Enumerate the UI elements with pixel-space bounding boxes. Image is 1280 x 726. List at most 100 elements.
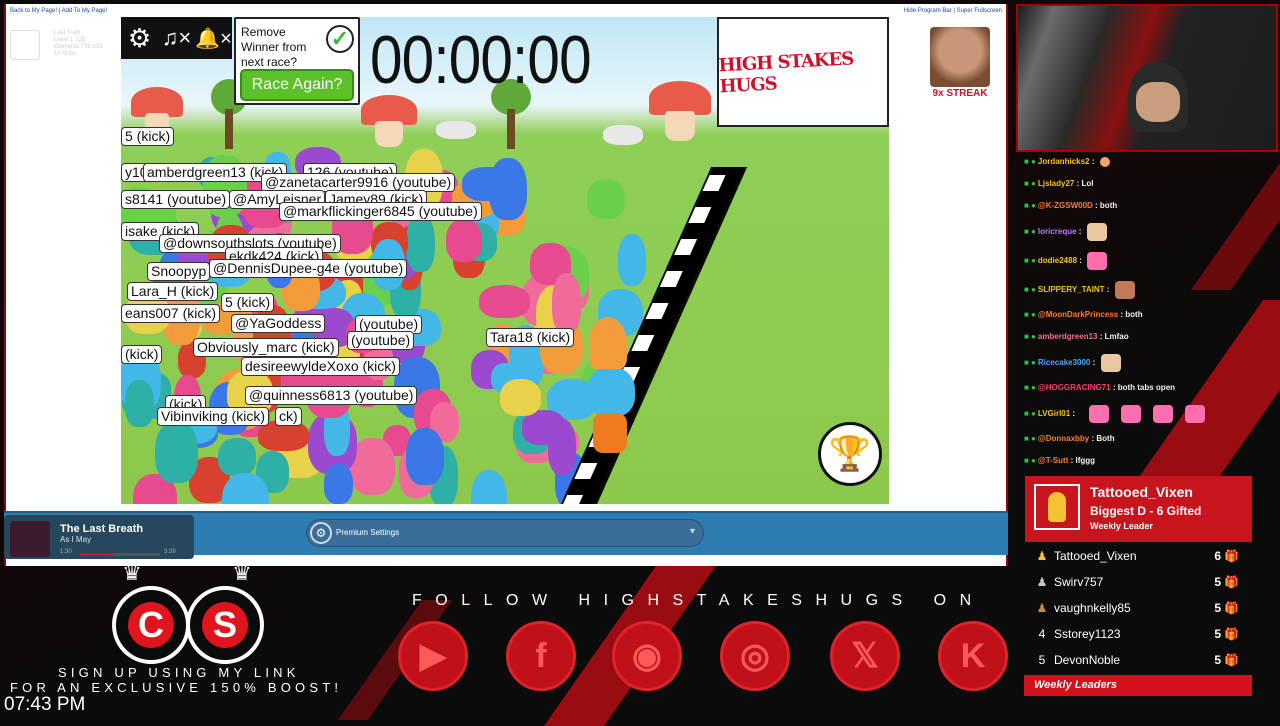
gift-icon: 🎁 xyxy=(1224,623,1239,645)
high-stakes-hugs-logo: HIGH STAKES HUGS xyxy=(717,17,889,127)
chat-username[interactable]: Jordanhicks2 xyxy=(1038,157,1090,166)
sound-toggle-icon[interactable]: 🔔× xyxy=(195,17,232,59)
chat-username[interactable]: @K-ZGSW00D xyxy=(1038,201,1093,210)
weekly-leaders-footer: Weekly Leaders xyxy=(1024,675,1252,696)
streamer-face xyxy=(1136,82,1180,122)
chat-username[interactable]: SLIPPERY_TAINT xyxy=(1038,285,1105,294)
leader-count: 5 xyxy=(1214,571,1221,593)
racer-name-tag: 5 (kick) xyxy=(121,127,174,146)
racer-name-tag: eans007 (kick) xyxy=(121,304,220,323)
racer-name-tag: s8141 (youtube) xyxy=(121,190,230,209)
leader-sub: Biggest D - 6 Gifted xyxy=(1090,504,1201,518)
crown-icon: ♛ xyxy=(114,560,150,584)
chat-separator: : xyxy=(1090,358,1097,367)
leading-racer xyxy=(587,367,635,417)
chat-username[interactable]: loricreque xyxy=(1038,227,1077,236)
leader-count: 5 xyxy=(1214,597,1221,619)
chat-username[interactable]: Ricecake3000 xyxy=(1038,358,1091,367)
racer-name-tag: (kick) xyxy=(121,345,162,364)
racer xyxy=(500,379,541,415)
chat-text: both xyxy=(1100,201,1117,210)
racer xyxy=(479,285,530,318)
chat-emote-icon xyxy=(1121,405,1141,423)
song-title: The Last Breath xyxy=(60,523,143,535)
chat-username[interactable]: @HOGGRACING71 xyxy=(1038,383,1111,392)
leaderboard-trophy-icon[interactable]: 🏆 xyxy=(818,422,882,486)
ghost-avatar xyxy=(10,30,40,60)
song-progress-fill xyxy=(80,553,113,556)
x-icon[interactable]: 𝕏 xyxy=(830,621,900,691)
chat-username[interactable]: amberdgreen13 xyxy=(1038,332,1098,341)
racer xyxy=(552,273,581,334)
chat-username[interactable]: @Donnaxbby xyxy=(1038,434,1089,443)
chat-username[interactable]: @T-Sutt xyxy=(1038,456,1068,465)
gift-icon: 🎁 xyxy=(1224,649,1239,671)
chat-message: ■ ●@HOGGRACING71 : both tabs open xyxy=(1024,380,1254,402)
chat-message: ■ ●amberdgreen13 : Lmfao xyxy=(1024,329,1254,351)
chat-message: ■ ●@K-ZGSW00D : both xyxy=(1024,198,1254,220)
chat-message: ■ ●Jordanhicks2 : xyxy=(1024,154,1254,176)
racer-name-tag: 5 (kick) xyxy=(221,293,274,312)
chat-separator: : xyxy=(1093,201,1100,210)
gift-icon: 🎁 xyxy=(1224,571,1239,593)
leader-count: 6 xyxy=(1214,545,1221,567)
ghost-line: 10 Subs xyxy=(54,51,102,58)
chat-message: ■ ●LVGirl01 : xyxy=(1024,402,1254,431)
chat-username[interactable]: LVGirl01 xyxy=(1038,409,1070,418)
logo-letter: S xyxy=(202,602,248,648)
race-again-button[interactable]: Race Again? xyxy=(240,69,354,101)
chat-message: ■ ●@MoonDarkPrincess : both xyxy=(1024,307,1254,329)
chat-badge-icon: ■ ● xyxy=(1024,456,1036,465)
chat-text: Lmfao xyxy=(1105,332,1129,341)
kick-icon[interactable]: K xyxy=(938,621,1008,691)
medal-icon: ♟ xyxy=(1030,571,1054,593)
race-timer: 00:00:00 xyxy=(370,21,585,99)
leader-row: 4Sstorey11235🎁 xyxy=(1030,623,1245,645)
top-right-links[interactable]: Hide Program Bar | Super Fullscreen xyxy=(904,8,1002,14)
racer xyxy=(471,470,507,504)
casino-logo-c: C xyxy=(112,586,190,664)
chat-emote-icon xyxy=(1115,281,1135,299)
racer xyxy=(446,219,481,263)
song-progress-track[interactable] xyxy=(80,553,160,556)
youtube-icon[interactable]: ▶ xyxy=(398,621,468,691)
chat-username[interactable]: dodie2488 xyxy=(1038,256,1077,265)
streak-avatar xyxy=(930,27,990,87)
chat-username[interactable]: @MoonDarkPrincess xyxy=(1038,310,1118,319)
chat-badge-icon: ■ ● xyxy=(1024,285,1036,294)
logo-text: HIGH STAKES HUGS xyxy=(718,47,888,98)
music-toggle-icon[interactable]: ♫× xyxy=(158,17,195,59)
chat-message: ■ ●dodie2488 : xyxy=(1024,249,1254,278)
racer-name-tag: (youtube) xyxy=(347,331,414,350)
premium-gear-icon[interactable]: ⚙ xyxy=(310,522,332,544)
chat-emote-icon xyxy=(1089,405,1109,423)
ghost-line: Last Train xyxy=(54,30,102,37)
chat-badge-icon: ■ ● xyxy=(1024,310,1036,319)
chat-panel: ■ ●Jordanhicks2 : ■ ●Ljslady27 : Lol■ ●@… xyxy=(1024,154,1254,475)
logo-letter: C xyxy=(128,602,174,648)
chat-badge-icon: ■ ● xyxy=(1024,434,1036,443)
leader-username: DevonNoble xyxy=(1054,653,1120,667)
discord-icon[interactable]: ◉ xyxy=(612,621,682,691)
medal-icon: ♟ xyxy=(1030,545,1054,567)
instagram-icon[interactable]: ◎ xyxy=(720,621,790,691)
chevron-down-icon[interactable]: ▾ xyxy=(690,526,695,537)
chat-message: ■ ●@Donnaxbby : Both xyxy=(1024,431,1254,453)
leader-caption: Weekly Leader xyxy=(1090,521,1153,531)
settings-gear-icon[interactable]: ⚙ xyxy=(121,17,158,59)
racer-name-tag: Obviously_marc (kick) xyxy=(193,338,339,357)
gift-icon: 🎁 xyxy=(1224,597,1239,619)
racer-name-tag: ck) xyxy=(275,407,302,426)
facebook-icon[interactable]: f xyxy=(506,621,576,691)
remove-winner-panel: Remove Winner from next race? ✓ Race Aga… xyxy=(234,17,360,105)
racer-name-tag: Snoopyp xyxy=(147,262,210,281)
leader-name: Tattooed_Vixen xyxy=(1090,484,1193,500)
chat-emote-icon xyxy=(1100,157,1110,167)
chat-username[interactable]: Ljslady27 xyxy=(1038,179,1074,188)
racer-name-tag: Lara_H (kick) xyxy=(127,282,218,301)
race-game-canvas[interactable]: ⚙ ♫× 🔔× Remove Winner from next race? ✓ … xyxy=(121,17,889,504)
remove-winner-checkbox[interactable]: ✓ xyxy=(326,25,354,53)
top-left-links[interactable]: Back to My Page! | Add To My Page! xyxy=(10,8,107,14)
chat-badge-icon: ■ ● xyxy=(1024,332,1036,341)
chat-separator: : xyxy=(1070,409,1077,418)
